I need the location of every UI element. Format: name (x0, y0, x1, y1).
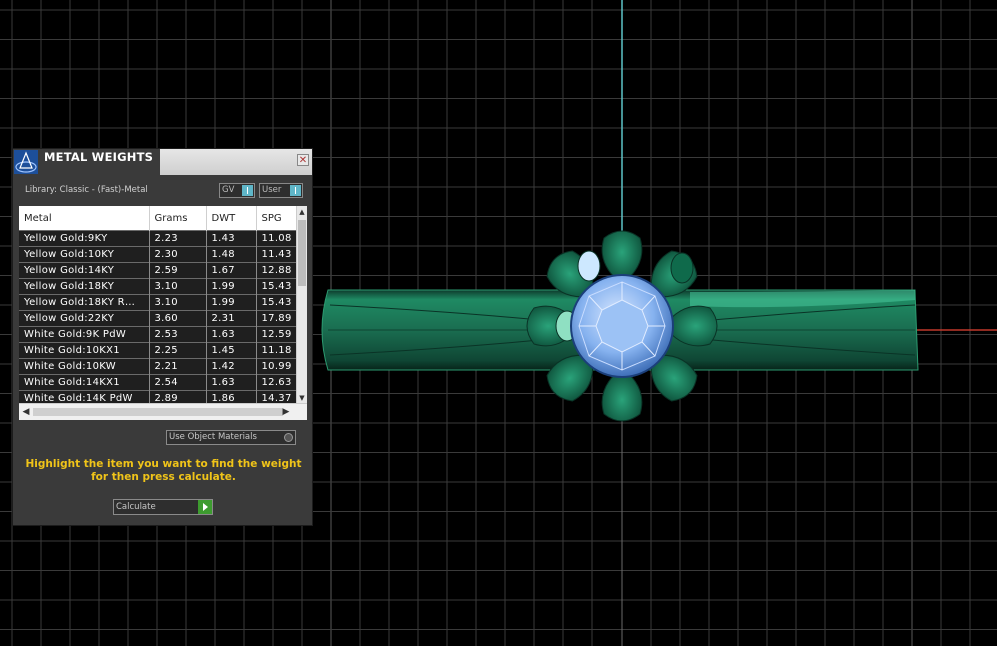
table-cell: 11.18 (256, 342, 298, 359)
table-cell: 12.63 (256, 374, 298, 391)
use-object-materials-label: Use Object Materials (169, 432, 257, 442)
table-cell: Yellow Gold:14KY (19, 262, 150, 279)
table-cell: 15.43 (256, 278, 298, 295)
table-cell: 17.89 (256, 310, 298, 327)
table-cell: White Gold:10KW (19, 358, 150, 375)
panel-titlebar[interactable]: METAL WEIGHTS ✕ (13, 149, 312, 175)
radio-icon (284, 433, 293, 442)
table-cell: 11.43 (256, 246, 298, 263)
horizontal-scrollbar[interactable]: ◀ ▶ (19, 403, 307, 420)
table-cell: Yellow Gold:18KY R… (19, 294, 150, 311)
scroll-down-icon[interactable]: ▼ (298, 393, 306, 403)
scrollbar-thumb[interactable] (33, 408, 283, 416)
column-header-grams[interactable]: Grams (149, 206, 207, 231)
table-cell: 12.88 (256, 262, 298, 279)
metal-table-grid: Metal Grams DWT SPG Yellow Gold:9KY 2.23 1… (19, 206, 298, 406)
calculate-button[interactable]: Calculate (113, 499, 213, 515)
column-header-dwt[interactable]: DWT (206, 206, 257, 231)
table-cell: Yellow Gold:18KY (19, 278, 150, 295)
table-cell: 1.48 (206, 246, 257, 263)
vertical-scrollbar[interactable]: ▲ ▼ (296, 206, 307, 404)
user-toggle-label: User (262, 185, 282, 195)
user-toggle[interactable]: User (259, 183, 303, 198)
table-cell: 1.63 (206, 374, 257, 391)
table-cell: 11.08 (256, 230, 298, 247)
panel-title: METAL WEIGHTS (44, 150, 154, 164)
table-cell: 3.10 (149, 278, 207, 295)
scrollbar-thumb[interactable] (298, 220, 306, 286)
table-cell: 15.43 (256, 294, 298, 311)
table-row[interactable]: Yellow Gold:22KY 3.60 2.31 17.89 (19, 310, 298, 327)
table-cell: 1.99 (206, 278, 257, 295)
table-row[interactable]: White Gold:14KX1 2.54 1.63 12.63 (19, 374, 298, 391)
toggle-knob-icon (290, 185, 301, 196)
scroll-right-icon[interactable]: ▶ (281, 405, 291, 419)
table-row[interactable]: White Gold:10KX1 2.25 1.45 11.18 (19, 342, 298, 359)
gv-toggle-label: GV (222, 185, 235, 195)
table-cell: 2.25 (149, 342, 207, 359)
table-cell: 1.99 (206, 294, 257, 311)
table-row[interactable]: White Gold:9K PdW 2.53 1.63 12.59 (19, 326, 298, 343)
close-icon[interactable]: ✕ (297, 154, 309, 166)
library-label: Library: Classic - (Fast)-Metal (25, 185, 148, 195)
table-cell: White Gold:14KX1 (19, 374, 150, 391)
table-header: Metal Grams DWT SPG (19, 206, 298, 231)
ring-model (321, 230, 919, 422)
scroll-up-icon[interactable]: ▲ (298, 207, 306, 217)
table-cell: White Gold:9K PdW (19, 326, 150, 343)
table-cell: White Gold:10KX1 (19, 342, 150, 359)
gv-toggle[interactable]: GV (219, 183, 255, 198)
table-cell: Yellow Gold:9KY (19, 230, 150, 247)
table-cell: 1.43 (206, 230, 257, 247)
table-row[interactable]: Yellow Gold:14KY 2.59 1.67 12.88 (19, 262, 298, 279)
table-cell: 1.63 (206, 326, 257, 343)
table-cell: 3.60 (149, 310, 207, 327)
app-logo-icon (14, 150, 38, 174)
table-cell: 2.30 (149, 246, 207, 263)
table-cell: 2.31 (206, 310, 257, 327)
table-row[interactable]: Yellow Gold:9KY 2.23 1.43 11.08 (19, 230, 298, 247)
table-cell: 3.10 (149, 294, 207, 311)
table-cell: Yellow Gold:22KY (19, 310, 150, 327)
metal-weights-panel: METAL WEIGHTS ✕ Library: Classic - (Fast… (12, 148, 313, 526)
column-header-spg[interactable]: SPG (256, 206, 298, 231)
hint-text: Highlight the item you want to find the … (25, 458, 302, 483)
table-cell: 2.59 (149, 262, 207, 279)
table-cell: 10.99 (256, 358, 298, 375)
table-cell: Yellow Gold:10KY (19, 246, 150, 263)
column-header-metal[interactable]: Metal (19, 206, 150, 231)
table-cell: 1.67 (206, 262, 257, 279)
table-cell: 12.59 (256, 326, 298, 343)
table-row[interactable]: Yellow Gold:10KY 2.30 1.48 11.43 (19, 246, 298, 263)
play-arrow-icon[interactable] (198, 500, 212, 514)
table-cell: 2.23 (149, 230, 207, 247)
table-row[interactable]: White Gold:10KW 2.21 1.42 10.99 (19, 358, 298, 375)
table-cell: 1.45 (206, 342, 257, 359)
scroll-left-icon[interactable]: ◀ (21, 405, 31, 419)
table-cell: 2.54 (149, 374, 207, 391)
table-cell: 2.53 (149, 326, 207, 343)
table-row[interactable]: Yellow Gold:18KY R… 3.10 1.99 15.43 (19, 294, 298, 311)
toggle-knob-icon (242, 185, 253, 196)
use-object-materials-toggle[interactable]: Use Object Materials (166, 430, 296, 445)
table-cell: 1.42 (206, 358, 257, 375)
table-cell: 2.21 (149, 358, 207, 375)
calculate-label: Calculate (116, 502, 156, 512)
table-row[interactable]: Yellow Gold:18KY 3.10 1.99 15.43 (19, 278, 298, 295)
metal-table[interactable]: Metal Grams DWT SPG Yellow Gold:9KY 2.23 1… (19, 206, 307, 420)
table-body: Yellow Gold:9KY 2.23 1.43 11.08 Yellow Gold:… (19, 230, 298, 406)
